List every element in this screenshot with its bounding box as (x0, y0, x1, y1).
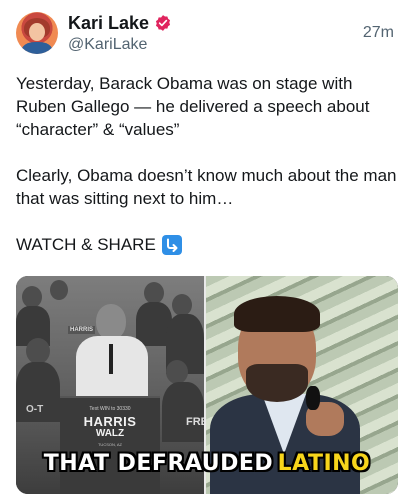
podium-subtitle: Text WIN to 30330 (89, 406, 131, 412)
author-handle[interactable]: @KariLake (68, 36, 147, 54)
caption-white-text: THAT DEFRAUDED (43, 451, 274, 476)
video-caption: THAT DEFRAUDED LATINO (16, 451, 398, 476)
avatar[interactable] (16, 12, 58, 54)
podium: Text WIN to 30330 HARRIS WALZ TUCSON, AZ (60, 396, 160, 494)
tweet-media-video[interactable]: HARRIS Text WIN to 30330 HARRIS WALZ TUC… (16, 276, 398, 494)
podium-location: TUCSON, AZ (97, 442, 122, 447)
arrow-down-right-icon (161, 234, 182, 255)
author-name-row: Kari Lake (68, 12, 172, 34)
tweet-body: Yesterday, Barack Obama was on stage wit… (16, 72, 400, 256)
tweet-paragraph-1: Yesterday, Barack Obama was on stage wit… (16, 74, 370, 139)
crowd-sign-ot: O-T (26, 404, 44, 415)
timestamp[interactable]: 27m (363, 24, 394, 42)
podium-microphone (109, 344, 113, 374)
handheld-microphone (306, 386, 320, 410)
crowd-sign-fre: FRE (186, 416, 204, 428)
tweet-paragraph-2: Clearly, Obama doesn’t know much about t… (16, 166, 397, 208)
tweet-header: Kari Lake @KariLake 27m (0, 0, 412, 70)
caption-highlight-text: LATINO (277, 451, 371, 476)
verified-badge-icon (154, 14, 172, 32)
podium-walz: WALZ (95, 428, 125, 439)
man-beard (246, 364, 308, 402)
watch-share-text: WATCH & SHARE (16, 235, 156, 254)
speaker-head (96, 304, 126, 340)
podium-harris: HARRIS (83, 414, 137, 429)
crowd-sign-harris: HARRIS (68, 326, 96, 334)
man-hair (234, 296, 320, 332)
author-display-name[interactable]: Kari Lake (68, 13, 149, 34)
tweet-paragraph-3: WATCH & SHARE (16, 233, 400, 256)
